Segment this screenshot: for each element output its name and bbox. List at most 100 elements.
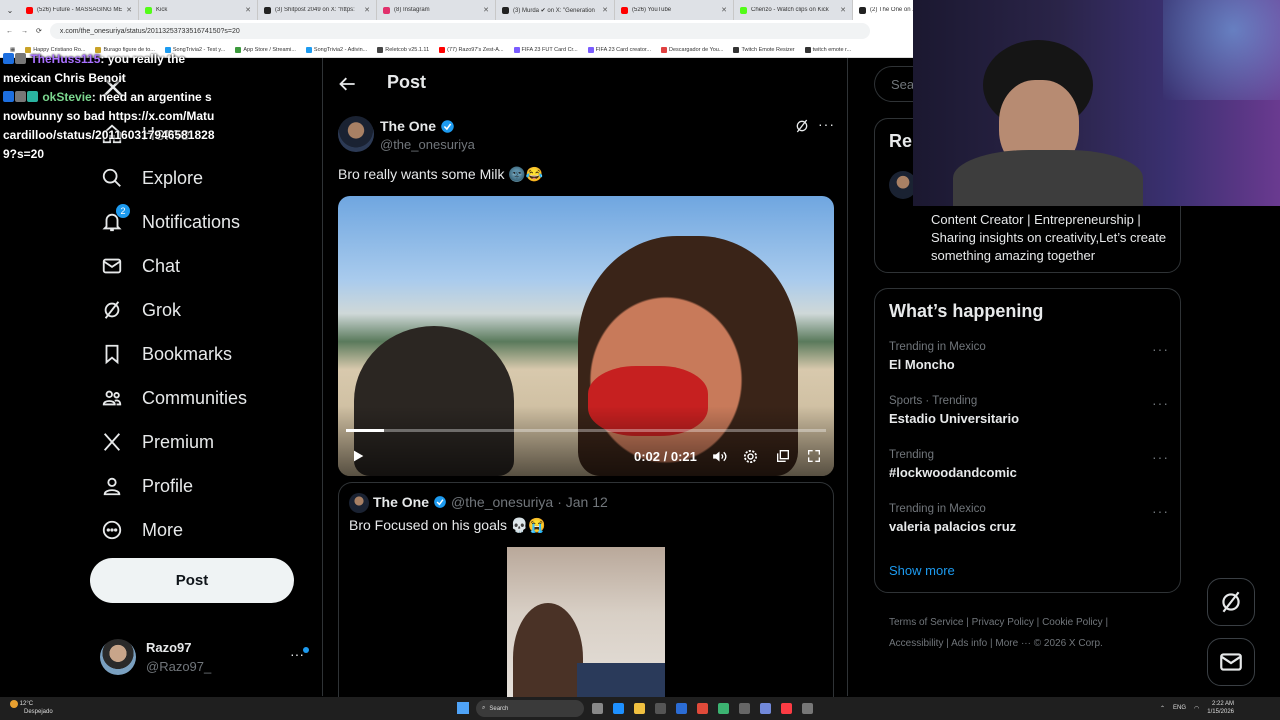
app-icon[interactable] bbox=[802, 703, 813, 714]
messages-floating-button[interactable] bbox=[1207, 638, 1255, 686]
trend-more-icon[interactable]: ··· bbox=[1152, 395, 1169, 411]
close-tab-icon[interactable]: ✕ bbox=[245, 6, 251, 14]
nav-more[interactable]: More bbox=[100, 518, 183, 542]
nav-bookmarks[interactable]: Bookmarks bbox=[100, 342, 232, 366]
webcam-overlay bbox=[913, 0, 1280, 206]
footer-more[interactable]: More ··· bbox=[995, 638, 1031, 649]
bookmark-item[interactable]: Reletcob v25.1.11 bbox=[377, 46, 429, 53]
bookmark-item[interactable]: SongTrivia2 - Adivin... bbox=[305, 46, 367, 53]
chat-badge-icon bbox=[3, 53, 14, 64]
nav-grok[interactable]: Grok bbox=[100, 298, 181, 322]
dock-video-icon[interactable] bbox=[775, 448, 791, 469]
show-more-link[interactable]: Show more bbox=[889, 563, 955, 578]
grok-floating-button[interactable] bbox=[1207, 578, 1255, 626]
nav-profile[interactable]: Profile bbox=[100, 474, 193, 498]
weather-widget[interactable]: 12°C Despejado bbox=[10, 700, 53, 716]
close-tab-icon[interactable]: ✕ bbox=[721, 6, 727, 14]
url-field[interactable]: x.com/the_onesuriya/status/2011325373351… bbox=[49, 23, 870, 39]
grok-icon[interactable] bbox=[794, 118, 810, 139]
nav-explore[interactable]: Explore bbox=[100, 166, 203, 190]
edge-icon[interactable] bbox=[613, 703, 624, 714]
browser-tab[interactable]: (3) Shitpost 2049 on X: "https: ✕ bbox=[258, 0, 377, 20]
trend-item[interactable]: Trending #lockwoodandcomic ··· bbox=[889, 449, 1169, 489]
play-button[interactable] bbox=[350, 448, 366, 469]
settings-gear-icon[interactable] bbox=[742, 448, 759, 470]
fullscreen-icon[interactable] bbox=[806, 448, 822, 469]
chat-badge-icon bbox=[3, 91, 14, 102]
browser-tab[interactable]: (8) Instagram ✕ bbox=[377, 0, 496, 20]
verified-badge-icon bbox=[441, 119, 454, 133]
reload-icon[interactable]: ⟳ bbox=[36, 27, 42, 35]
footer-ads[interactable]: Ads info bbox=[951, 638, 987, 649]
post-button[interactable]: Post bbox=[90, 558, 294, 603]
discord-icon[interactable] bbox=[760, 703, 771, 714]
nav-notifications[interactable]: 2 Notifications bbox=[100, 204, 240, 234]
quote-author: The One @the_onesuriya · Jan 12 bbox=[373, 494, 608, 510]
author-name[interactable]: The One bbox=[380, 118, 455, 134]
tray-chevron-icon[interactable]: ⌃ bbox=[1160, 705, 1165, 712]
bookmark-item[interactable]: App Store / Streami... bbox=[235, 46, 296, 53]
bookmark-item[interactable]: Twitch Emote Resizer bbox=[733, 46, 795, 53]
footer-terms[interactable]: Terms of Service bbox=[889, 617, 963, 628]
browser-tab[interactable]: Kick ✕ bbox=[139, 0, 258, 20]
more-dots-icon[interactable]: ··· bbox=[290, 646, 304, 662]
trend-item[interactable]: Sports · Trending Estadio Universitario … bbox=[889, 395, 1169, 435]
bookmark-item[interactable]: FIFA 23 Card creator... bbox=[587, 46, 651, 53]
author-avatar[interactable] bbox=[338, 116, 374, 152]
bookmark-item[interactable]: twitch emote r... bbox=[804, 46, 851, 53]
task-view-icon[interactable] bbox=[592, 703, 603, 714]
post-more-icon[interactable]: ··· bbox=[818, 116, 835, 132]
browser-tab[interactable]: Chenzo - Watch clips on Kick ✕ bbox=[734, 0, 853, 20]
trend-more-icon[interactable]: ··· bbox=[1152, 449, 1169, 465]
trend-more-icon[interactable]: ··· bbox=[1152, 503, 1169, 519]
mail-icon bbox=[100, 254, 124, 278]
file-explorer-icon[interactable] bbox=[634, 703, 645, 714]
back-button[interactable] bbox=[338, 74, 358, 94]
close-tab-icon[interactable]: ✕ bbox=[840, 6, 846, 14]
footer-accessibility[interactable]: Accessibility bbox=[889, 638, 943, 649]
account-switcher[interactable]: Razo97 @Razo97_ ··· bbox=[100, 638, 312, 678]
browser-tab[interactable]: (3) Murda ✔ on X: "Generation ✕ bbox=[496, 0, 615, 20]
mail-app-icon[interactable] bbox=[676, 703, 687, 714]
nav-communities[interactable]: Communities bbox=[100, 386, 247, 410]
bookmark-item[interactable]: FIFA 23 FUT Card Cr... bbox=[513, 46, 578, 53]
video-progress-track[interactable] bbox=[346, 429, 826, 432]
grok-icon bbox=[100, 298, 124, 322]
chrome-icon[interactable] bbox=[697, 703, 708, 714]
quoted-post[interactable]: The One @the_onesuriya · Jan 12 Bro Focu… bbox=[338, 482, 834, 713]
wifi-icon[interactable]: ◠ bbox=[1194, 705, 1199, 712]
close-tab-icon[interactable]: ✕ bbox=[126, 6, 132, 14]
music-icon[interactable] bbox=[781, 703, 792, 714]
bookmark-icon bbox=[100, 342, 124, 366]
trend-item[interactable]: Trending in Mexico El Moncho ··· bbox=[889, 341, 1169, 381]
obs-icon[interactable] bbox=[739, 703, 750, 714]
close-tab-icon[interactable]: ✕ bbox=[602, 6, 608, 14]
video-player[interactable]: 0:02 / 0:21 bbox=[338, 196, 834, 476]
footer-cookie[interactable]: Cookie Policy bbox=[1042, 617, 1103, 628]
close-tab-icon[interactable]: ✕ bbox=[483, 6, 489, 14]
store-icon[interactable] bbox=[655, 703, 666, 714]
quote-media[interactable] bbox=[507, 547, 665, 713]
footer-privacy[interactable]: Privacy Policy bbox=[972, 617, 1034, 628]
language-indicator[interactable]: ENG bbox=[1173, 705, 1186, 711]
notification-badge: 2 bbox=[116, 204, 130, 218]
author-handle[interactable]: @the_onesuriya bbox=[380, 137, 475, 152]
nav-premium[interactable]: Premium bbox=[100, 430, 214, 454]
start-button[interactable] bbox=[457, 702, 469, 714]
nav-chat[interactable]: Chat bbox=[100, 254, 180, 278]
spotify-icon[interactable] bbox=[718, 703, 729, 714]
trend-more-icon[interactable]: ··· bbox=[1152, 341, 1169, 357]
tab-search-icon[interactable]: ⌄ bbox=[0, 6, 20, 15]
forward-icon[interactable]: → bbox=[21, 28, 28, 35]
taskbar-search[interactable]: ⌕ Search bbox=[476, 700, 584, 717]
browser-tab[interactable]: (526) YouTube ✕ bbox=[615, 0, 734, 20]
footer-links: Terms of Service | Privacy Policy | Cook… bbox=[889, 617, 1109, 649]
browser-tab[interactable]: (526) Future - MASSAGING ME ✕ bbox=[20, 0, 139, 20]
volume-icon[interactable] bbox=[711, 448, 728, 470]
close-tab-icon[interactable]: ✕ bbox=[364, 6, 370, 14]
trend-item[interactable]: Trending in Mexico valeria palacios cruz… bbox=[889, 503, 1169, 543]
bookmark-item[interactable]: (77) Razo97's Zest-A... bbox=[439, 46, 504, 53]
bookmark-item[interactable]: Descargador de You... bbox=[661, 46, 723, 53]
back-icon[interactable]: ← bbox=[6, 28, 13, 35]
clock[interactable]: 2:22 AM 1/15/2026 bbox=[1207, 700, 1234, 716]
